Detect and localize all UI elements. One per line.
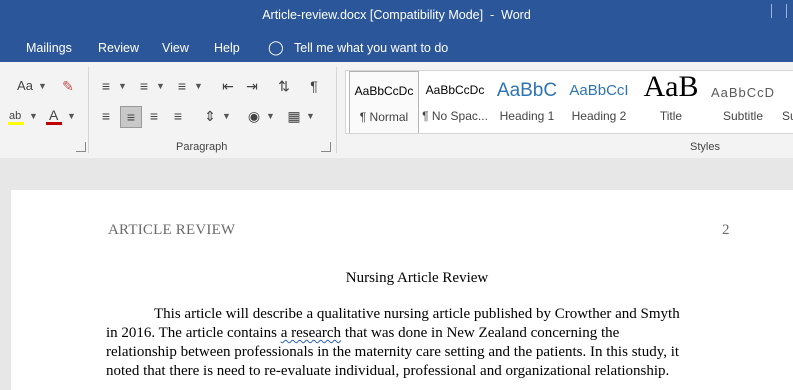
- multilevel-list-icon[interactable]: ≡: [172, 76, 192, 96]
- page-number: 2: [722, 222, 730, 238]
- tab-help[interactable]: Help: [214, 41, 240, 55]
- style-name: ¶ Normal: [359, 110, 409, 124]
- align-center-icon[interactable]: ≡: [120, 106, 142, 128]
- style-name: ¶ No Spac...: [422, 109, 488, 123]
- style-name: Su: [782, 109, 793, 123]
- paragraph-line: noted that there is need to re-evaluate …: [106, 363, 669, 380]
- styles-group-label: Styles: [690, 141, 720, 153]
- window-control[interactable]: [771, 4, 787, 18]
- align-left-icon[interactable]: ≡: [96, 106, 116, 126]
- tab-review[interactable]: Review: [98, 41, 139, 55]
- align-right-icon[interactable]: ≡: [144, 106, 164, 126]
- line-spacing-dropdown-icon[interactable]: ▼: [222, 106, 231, 126]
- shading-dropdown-icon[interactable]: ▼: [266, 106, 275, 126]
- svg-text:ab: ab: [9, 110, 21, 122]
- group-divider: [336, 67, 337, 153]
- style-preview: AaBbCcDc: [354, 84, 414, 98]
- text-run: relationship between professionals in th…: [106, 344, 680, 360]
- document-title: Nursing Article Review: [345, 270, 489, 286]
- ribbon: Aa ▼ ✎ ab ▼ A ▼ ≡ ▼ ≡ ▼ ≡ ▼ ⇤ ⇥ ⇅ ¶ ≡ ≡ …: [0, 62, 793, 159]
- document-area: ARTICLE REVIEW 2 Nursing Article Review …: [0, 158, 793, 390]
- style-preview: AaBbCcDc: [425, 83, 485, 97]
- decrease-indent-icon[interactable]: ⇤: [218, 76, 238, 96]
- clear-formatting-icon[interactable]: ✎: [58, 76, 78, 96]
- tab-view[interactable]: View: [162, 41, 189, 55]
- paragraph-dialog-launcher[interactable]: [321, 142, 331, 152]
- style-no-spacing[interactable]: AaBbCcDc ¶ No Spac...: [420, 71, 490, 133]
- style-preview: AaBbCcI: [569, 82, 629, 99]
- style-name: Heading 1: [499, 109, 555, 123]
- title-bar: Article-review.docx [Compatibility Mode]…: [0, 0, 793, 32]
- document-page[interactable]: ARTICLE REVIEW 2 Nursing Article Review …: [11, 190, 793, 390]
- borders-dropdown-icon[interactable]: ▼: [306, 106, 315, 126]
- show-formatting-marks-icon[interactable]: ¶: [304, 76, 324, 96]
- font-color-button[interactable]: A: [44, 106, 64, 126]
- paragraph-line: relationship between professionals in th…: [106, 344, 679, 361]
- sort-icon[interactable]: ⇅: [274, 76, 294, 96]
- borders-icon[interactable]: ▦: [284, 106, 304, 126]
- style-heading-1[interactable]: AaBbC Heading 1: [492, 71, 562, 133]
- line-spacing-icon[interactable]: ⇕: [200, 106, 220, 126]
- bullets-icon[interactable]: ≡: [96, 76, 116, 96]
- ribbon-tab-bar: Mailings Review View Help ◯ Tell me what…: [0, 32, 793, 62]
- style-preview: AaBbC: [496, 80, 558, 101]
- grammar-flagged-text[interactable]: a research: [281, 325, 341, 341]
- group-divider: [88, 67, 89, 153]
- text-run: that was done in New Zealand concerning …: [341, 325, 620, 341]
- shading-icon[interactable]: ◉: [244, 106, 264, 126]
- style-name: Title: [659, 109, 683, 123]
- style-title[interactable]: AaB Title: [636, 71, 706, 133]
- style-name: Subtitle: [722, 109, 764, 123]
- tell-me-search[interactable]: Tell me what you want to do: [294, 41, 448, 55]
- multilevel-dropdown-icon[interactable]: ▼: [194, 76, 203, 96]
- font-color-dropdown-icon[interactable]: ▼: [67, 106, 76, 126]
- change-case-dropdown-icon[interactable]: ▼: [38, 76, 47, 96]
- style-subtitle[interactable]: AaBbCcD Subtitle: [708, 71, 778, 133]
- svg-text:A: A: [49, 107, 59, 123]
- styles-gallery: AaBbCcDc ¶ Normal AaBbCcDc ¶ No Spac... …: [345, 70, 793, 134]
- page-header: ARTICLE REVIEW: [108, 222, 236, 238]
- justify-icon[interactable]: ≡: [168, 106, 188, 126]
- paragraph-line: This article will describe a qualitative…: [154, 306, 680, 323]
- highlight-color-button[interactable]: ab: [6, 106, 26, 126]
- style-preview: AaB: [643, 70, 699, 103]
- tab-mailings[interactable]: Mailings: [26, 41, 72, 55]
- style-heading-2[interactable]: AaBbCcI Heading 2: [564, 71, 634, 133]
- lightbulb-icon[interactable]: ◯: [268, 39, 284, 56]
- text-run: This article will describe a qualitative…: [154, 306, 680, 322]
- highlight-dropdown-icon[interactable]: ▼: [29, 106, 38, 126]
- change-case-button[interactable]: Aa: [14, 76, 36, 96]
- text-run: noted that there is need to re-evaluate …: [106, 363, 670, 379]
- paragraph-group-label: Paragraph: [176, 141, 228, 153]
- style-subtle[interactable]: Su: [778, 71, 793, 133]
- numbering-dropdown-icon[interactable]: ▼: [156, 76, 165, 96]
- numbering-icon[interactable]: ≡: [134, 76, 154, 96]
- window-title: Article-review.docx [Compatibility Mode]…: [262, 8, 531, 22]
- paragraph-line: in 2016. The article contains a research…: [106, 325, 619, 342]
- increase-indent-icon[interactable]: ⇥: [242, 76, 262, 96]
- style-normal[interactable]: AaBbCcDc ¶ Normal: [349, 71, 419, 133]
- style-name: Heading 2: [571, 109, 627, 123]
- font-dialog-launcher[interactable]: [76, 142, 86, 152]
- style-preview: AaBbCcD: [710, 85, 776, 100]
- bullets-dropdown-icon[interactable]: ▼: [118, 76, 127, 96]
- text-run: in 2016. The article contains: [106, 325, 281, 341]
